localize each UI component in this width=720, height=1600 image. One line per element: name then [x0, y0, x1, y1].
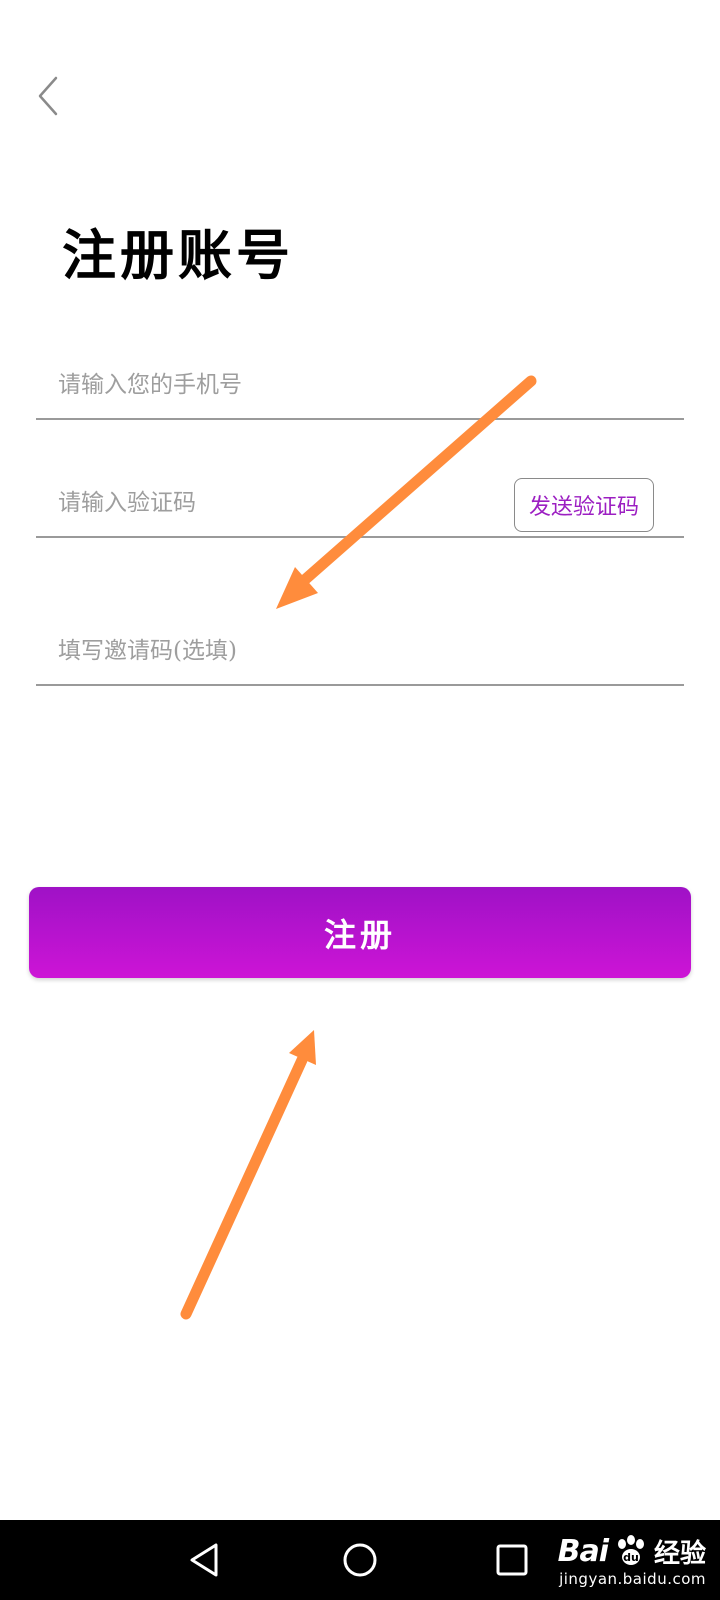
nav-home-button[interactable] — [338, 1538, 382, 1582]
watermark-brand-text: Bai — [557, 1533, 609, 1569]
register-screen: 注册账号 发送验证码 注册 — [0, 0, 720, 1600]
paw-logo-icon: du — [614, 1534, 648, 1568]
register-button[interactable]: 注册 — [29, 887, 691, 978]
invite-code-input[interactable] — [58, 628, 488, 674]
nav-recent-apps-button[interactable] — [490, 1538, 534, 1582]
watermark-brand-suffix: 经验 — [653, 1538, 706, 1569]
svg-text:du: du — [623, 1551, 639, 1564]
verification-code-field: 发送验证码 — [36, 472, 684, 538]
watermark-brand: Bai du 经验 — [558, 1533, 706, 1570]
nav-back-button[interactable] — [184, 1538, 228, 1582]
verification-code-input[interactable] — [58, 480, 488, 526]
orange-arrow-icon — [180, 1030, 316, 1320]
chevron-left-icon — [38, 76, 58, 116]
watermark-url: jingyan.baidu.com — [559, 1569, 706, 1588]
square-recent-icon — [496, 1544, 528, 1576]
phone-input[interactable] — [58, 362, 488, 408]
phone-field — [36, 354, 684, 420]
system-navigation-bar: Bai du 经验 jingyan.baidu.com — [0, 1520, 720, 1600]
page-title: 注册账号 — [62, 223, 294, 287]
baidu-jingyan-watermark: Bai du 经验 jingyan.baidu.com — [558, 1524, 706, 1596]
send-code-button[interactable]: 发送验证码 — [514, 478, 654, 532]
circle-home-icon — [343, 1543, 377, 1577]
triangle-back-icon — [190, 1543, 218, 1577]
invite-code-field — [36, 620, 684, 686]
back-button[interactable] — [30, 70, 70, 122]
